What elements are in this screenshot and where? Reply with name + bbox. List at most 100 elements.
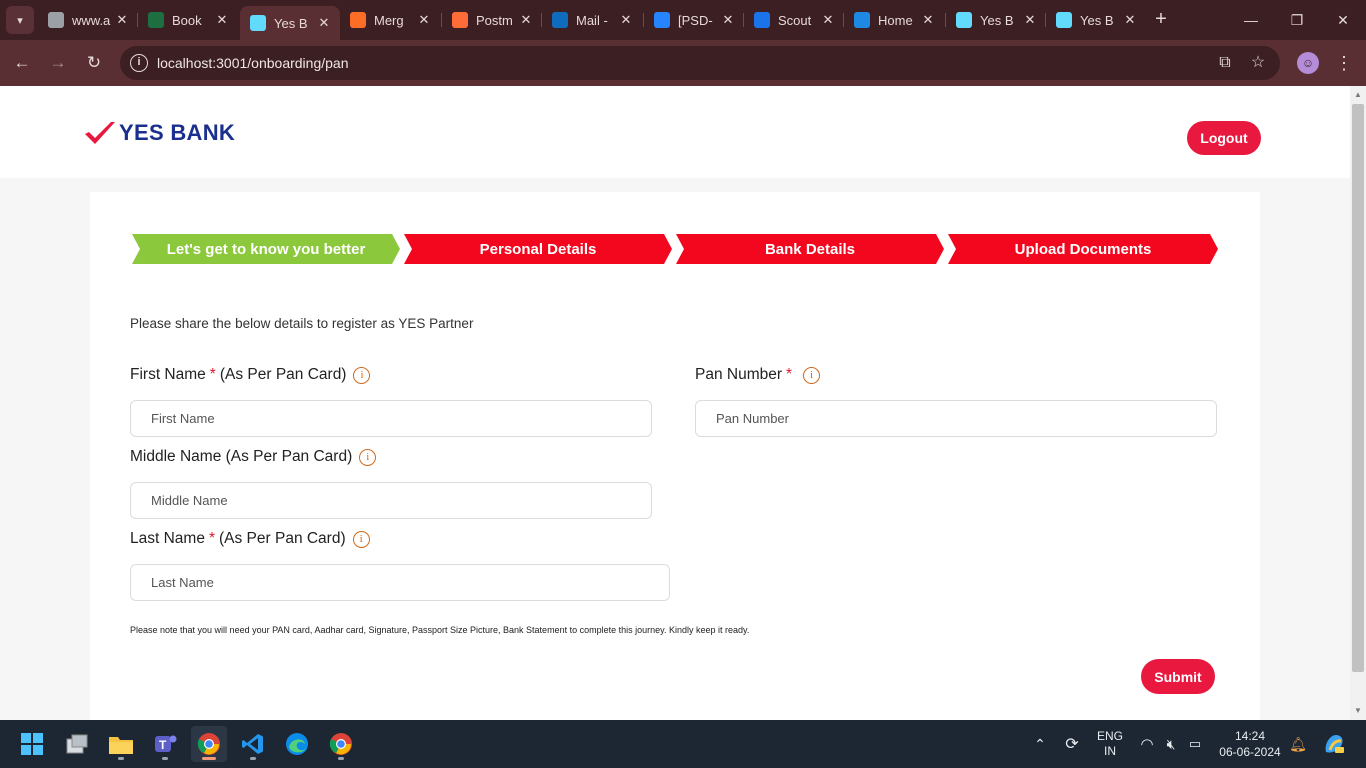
scroll-up-arrow-icon[interactable]: ▲ bbox=[1353, 90, 1363, 99]
close-tab-icon[interactable]: ✕ bbox=[918, 12, 938, 28]
chrome-alt-taskbar-icon[interactable] bbox=[323, 726, 359, 762]
close-window-button[interactable]: ✕ bbox=[1320, 6, 1366, 34]
required-mark: * bbox=[786, 366, 793, 383]
browser-tab[interactable]: Yes B ✕ bbox=[1046, 6, 1146, 34]
browser-tab[interactable]: Scout ✕ bbox=[744, 6, 844, 34]
browser-menu-icon[interactable]: ⋮ bbox=[1334, 49, 1354, 77]
info-icon[interactable]: i bbox=[359, 448, 377, 466]
sync-status-icon[interactable]: ⟳ bbox=[1060, 720, 1084, 768]
volume-muted-icon[interactable]: 🔇︎ bbox=[1160, 720, 1182, 768]
react-icon bbox=[1056, 12, 1072, 28]
info-icon[interactable]: i bbox=[803, 366, 821, 384]
scrollbar-thumb[interactable] bbox=[1352, 104, 1364, 672]
submit-button[interactable]: Submit bbox=[1141, 659, 1215, 694]
edge-icon[interactable] bbox=[279, 726, 315, 762]
scroll-down-arrow-icon[interactable]: ▼ bbox=[1353, 706, 1363, 715]
clock[interactable]: 14:24 06-06-2024 bbox=[1212, 720, 1288, 768]
restore-button[interactable]: ❐ bbox=[1274, 6, 1320, 34]
browser-tab[interactable]: Yes B ✕ bbox=[946, 6, 1046, 34]
address-bar[interactable]: i localhost:3001/onboarding/pan ⧉ ☆ bbox=[120, 46, 1280, 80]
browser-tab[interactable]: Book ✕ bbox=[138, 6, 238, 34]
back-button[interactable]: ← bbox=[8, 49, 36, 77]
new-tab-button[interactable]: + bbox=[1150, 8, 1172, 30]
browser-tab-title: Home bbox=[878, 12, 913, 28]
globe-icon bbox=[48, 12, 64, 28]
site-header: YES BANK Logout bbox=[0, 86, 1350, 178]
step-2: Personal Details bbox=[404, 234, 672, 264]
middle-name-input[interactable] bbox=[130, 482, 652, 519]
form-intro-text: Please share the below details to regist… bbox=[130, 316, 474, 331]
last-name-label-suffix: (As Per Pan Card) bbox=[219, 530, 346, 547]
site-info-icon[interactable]: i bbox=[130, 54, 148, 72]
close-tab-icon[interactable]: ✕ bbox=[212, 12, 232, 28]
install-app-icon[interactable]: ⧉ bbox=[1215, 53, 1235, 73]
close-tab-icon[interactable]: ✕ bbox=[414, 12, 434, 28]
documents-note: Please note that you will need your PAN … bbox=[130, 625, 750, 635]
close-tab-icon[interactable]: ✕ bbox=[718, 12, 738, 28]
first-name-input[interactable] bbox=[130, 400, 652, 437]
battery-icon[interactable]: ▭ bbox=[1184, 720, 1206, 768]
pan-number-label: Pan Number * i bbox=[695, 366, 821, 384]
svg-text:T: T bbox=[159, 738, 167, 752]
reload-button[interactable]: ↻ bbox=[80, 49, 108, 77]
forward-button[interactable]: → bbox=[44, 49, 72, 77]
browser-toolbar: ← → ↻ i localhost:3001/onboarding/pan ⧉ … bbox=[0, 40, 1366, 86]
clock-time: 14:24 bbox=[1234, 729, 1266, 743]
browser-tab-title: Merg bbox=[374, 12, 404, 28]
step-3-label: Bank Details bbox=[764, 240, 856, 258]
browser-tab-title: [PSD- bbox=[678, 12, 713, 28]
browser-tab[interactable]: Yes B ✕ bbox=[240, 6, 340, 40]
pan-number-input[interactable] bbox=[695, 400, 1217, 437]
browser-tab[interactable]: Postm ✕ bbox=[442, 6, 542, 34]
jira-icon bbox=[654, 12, 670, 28]
browser-tab[interactable]: Merg ✕ bbox=[340, 6, 440, 34]
first-name-label: First Name * (As Per Pan Card) i bbox=[130, 366, 371, 384]
language-indicator[interactable]: ENG IN bbox=[1092, 720, 1128, 768]
info-icon[interactable]: i bbox=[353, 366, 371, 384]
teams-icon[interactable]: T bbox=[147, 726, 183, 762]
tab-separator bbox=[1045, 13, 1046, 27]
page-scrollbar[interactable]: ▲ ▼ bbox=[1350, 86, 1366, 720]
close-tab-icon[interactable]: ✕ bbox=[818, 12, 838, 28]
notification-bell-icon[interactable]: 🔔︎ bbox=[1288, 720, 1308, 768]
browser-tab[interactable]: Mail - ✕ bbox=[542, 6, 642, 34]
last-name-input[interactable] bbox=[130, 564, 670, 601]
close-tab-icon[interactable]: ✕ bbox=[314, 15, 334, 31]
info-icon[interactable]: i bbox=[352, 530, 370, 548]
close-tab-icon[interactable]: ✕ bbox=[1120, 12, 1140, 28]
logout-button[interactable]: Logout bbox=[1187, 121, 1261, 155]
clock-date: 06-06-2024 bbox=[1219, 745, 1281, 759]
address-url[interactable]: localhost:3001/onboarding/pan bbox=[157, 55, 349, 71]
browser-tab[interactable]: Home ✕ bbox=[844, 6, 944, 34]
react-icon bbox=[250, 15, 266, 31]
windows-start-icon[interactable] bbox=[14, 726, 50, 762]
vscode-icon[interactable] bbox=[235, 726, 271, 762]
browser-tab[interactable]: www.a ✕ bbox=[38, 6, 138, 34]
close-tab-icon[interactable]: ✕ bbox=[1020, 12, 1040, 28]
wifi-icon[interactable]: ◠ bbox=[1136, 720, 1158, 768]
close-tab-icon[interactable]: ✕ bbox=[112, 12, 132, 28]
tab-separator bbox=[945, 13, 946, 27]
browser-tab-title: www.a bbox=[72, 12, 111, 28]
close-tab-icon[interactable]: ✕ bbox=[516, 12, 536, 28]
browser-tab-title: Book bbox=[172, 12, 202, 28]
onboarding-card: Let's get to know you better Personal De… bbox=[90, 192, 1260, 720]
chrome-taskbar-icon[interactable] bbox=[191, 726, 227, 762]
file-explorer-icon[interactable] bbox=[103, 726, 139, 762]
step-1-label: Let's get to know you better bbox=[166, 240, 366, 258]
copilot-icon[interactable] bbox=[1320, 720, 1348, 768]
bookmark-star-icon[interactable]: ☆ bbox=[1248, 53, 1268, 73]
postman-icon bbox=[452, 12, 468, 28]
tray-overflow-chevron-icon[interactable]: ⌃ bbox=[1030, 720, 1050, 768]
task-view-icon[interactable] bbox=[59, 726, 95, 762]
minimize-button[interactable]: — bbox=[1228, 6, 1274, 34]
first-name-label-suffix: (As Per Pan Card) bbox=[219, 366, 347, 383]
excel-icon bbox=[148, 12, 164, 28]
windows-taskbar: T ⌃ ⟳ ENG IN ◠ 🔇︎ ▭ 14:24 06-06-2024 🔔︎ bbox=[0, 720, 1366, 768]
page-viewport: YES BANK Logout Let's get to know you be… bbox=[0, 86, 1350, 720]
close-tab-icon[interactable]: ✕ bbox=[616, 12, 636, 28]
browser-tab[interactable]: [PSD- ✕ bbox=[644, 6, 744, 34]
profile-avatar[interactable]: ☺ bbox=[1297, 52, 1319, 74]
checkmark-logo-icon bbox=[85, 122, 115, 144]
tab-search-chevron-icon[interactable]: ▾ bbox=[6, 6, 34, 34]
